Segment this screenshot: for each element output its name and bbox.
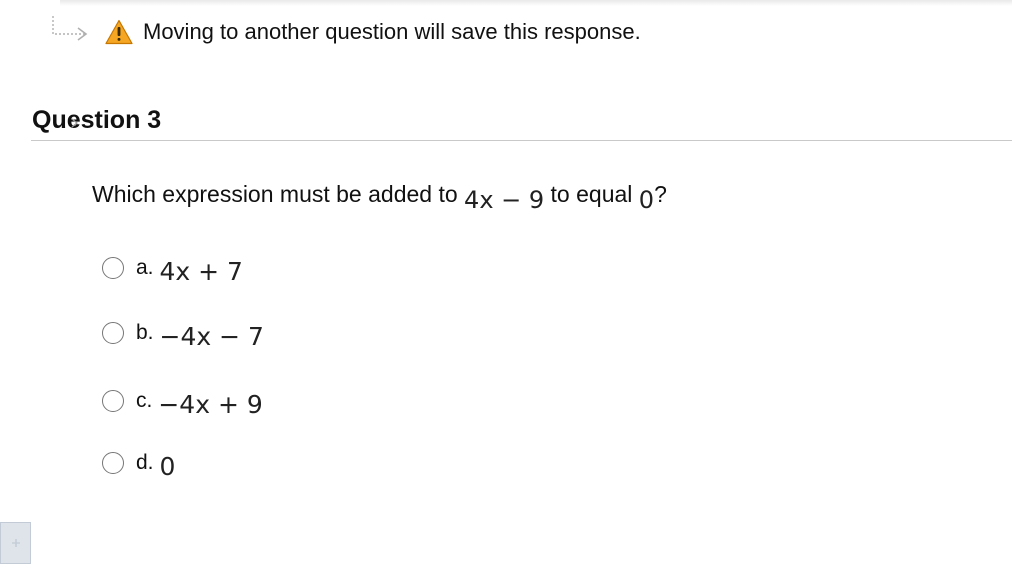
prompt-text-start: Which expression must be added to [92, 181, 458, 207]
option-expression: 4x + 7 [159, 257, 243, 286]
top-shadow [60, 0, 1012, 6]
question-title: Question 3 [32, 106, 162, 134]
question-prompt: Which expression must be added to 4x − 9… [92, 180, 667, 214]
radio-button-d[interactable] [102, 451, 124, 474]
caret-mark-icon [71, 118, 78, 128]
notice-text: Moving to another question will save thi… [143, 19, 641, 44]
prompt-expression: 4x − 9 [464, 186, 545, 214]
warning-icon [105, 19, 133, 45]
radio-button-c[interactable] [102, 389, 124, 412]
option-expression: −4x − 7 [159, 322, 264, 351]
answer-option-b[interactable]: b. −4x − 7 [102, 318, 264, 351]
prompt-value: 0 [638, 186, 655, 214]
option-letter: b. [136, 320, 154, 344]
expand-icon [11, 539, 20, 547]
option-letter: d. [136, 450, 154, 474]
question-header: Question 3 [31, 106, 1012, 141]
arrow-return-icon [52, 16, 88, 41]
radio-button-b[interactable] [102, 321, 124, 344]
answer-option-d[interactable]: d. 0 [102, 448, 175, 481]
option-expression: 0 [159, 452, 176, 481]
save-notice: Moving to another question will save thi… [45, 10, 641, 54]
prompt-text-middle: to equal [550, 181, 633, 207]
option-letter: c. [136, 388, 153, 412]
sidebar-expand-button[interactable] [0, 522, 31, 564]
prompt-text-end: ? [654, 181, 667, 207]
answer-option-a[interactable]: a. 4x + 7 [102, 253, 243, 286]
option-expression: −4x + 9 [158, 390, 263, 419]
option-letter: a. [136, 255, 154, 279]
answer-option-c[interactable]: c. −4x + 9 [102, 386, 263, 419]
radio-button-a[interactable] [102, 256, 124, 279]
